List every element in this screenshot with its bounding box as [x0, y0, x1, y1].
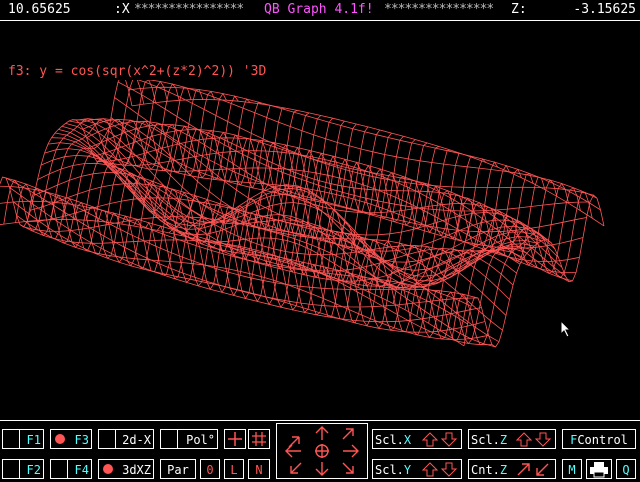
- active-dot-icon: [103, 464, 113, 474]
- arrow-left-icon[interactable]: [285, 444, 301, 458]
- title-decoration-right: ****************: [384, 2, 494, 17]
- z-axis-label: Z:: [511, 2, 527, 17]
- m-label: M: [568, 463, 576, 477]
- f4-button[interactable]: F4: [50, 459, 92, 479]
- scale-y-axis: Y: [403, 463, 412, 477]
- grid-icon[interactable]: [248, 429, 270, 449]
- n-label: N: [255, 463, 263, 477]
- z-coordinate-value: -3.15625: [573, 2, 636, 17]
- f1-label: F1: [26, 433, 41, 447]
- polar-label: Pol°: [186, 433, 215, 447]
- function-formula: f3: y = cos(sqr(x^2+(z*2)^2)) '3D: [8, 64, 267, 79]
- quit-button[interactable]: Q: [616, 459, 636, 479]
- f2-label: F2: [26, 463, 41, 477]
- f4-label: F4: [74, 463, 89, 477]
- arrow-up-right-icon[interactable]: [515, 461, 533, 478]
- quit-label: Q: [622, 463, 630, 477]
- n-button[interactable]: N: [248, 459, 270, 479]
- app-title: QB Graph 4.1f!: [264, 2, 374, 17]
- arrow-up-icon[interactable]: [421, 461, 439, 478]
- arrow-down-icon[interactable]: [440, 431, 458, 448]
- status-bar: 10.65625 :X **************** QB Graph 4.…: [0, 0, 640, 21]
- arrow-up-right-icon[interactable]: [342, 428, 354, 440]
- f1-button[interactable]: F1: [2, 429, 44, 449]
- arrow-down-icon[interactable]: [534, 431, 552, 448]
- arrow-up-icon[interactable]: [421, 431, 439, 448]
- mesh-line: [86, 120, 559, 258]
- mode-2d-label: 2d-X: [122, 433, 151, 447]
- toolbar: F1 F3 2d-X Pol° Scl.X Scl.Z FControl F2 …: [0, 420, 640, 481]
- m-button[interactable]: M: [562, 459, 582, 479]
- center-target-icon[interactable]: [315, 444, 329, 458]
- arrow-up-icon[interactable]: [515, 431, 533, 448]
- arrow-down-icon[interactable]: [440, 461, 458, 478]
- arrow-down-icon[interactable]: [315, 462, 329, 476]
- arrow-up-left-icon[interactable]: [288, 436, 300, 448]
- fcontrol-label: Control: [577, 433, 628, 447]
- arrow-up-icon[interactable]: [315, 426, 329, 440]
- f3-label: F3: [74, 433, 89, 447]
- l-button[interactable]: L: [224, 459, 244, 479]
- crosshair-icon[interactable]: [224, 429, 246, 449]
- zero-button[interactable]: 0: [200, 459, 220, 479]
- x-coordinate-value: 10.65625: [8, 2, 71, 17]
- navigation-pad: [276, 423, 368, 479]
- printer-icon[interactable]: [586, 459, 612, 479]
- contour-z-axis: Z: [499, 463, 508, 477]
- scale-y-prefix: Scl.: [375, 463, 404, 477]
- contour-z-control[interactable]: Cnt.Z: [468, 459, 556, 479]
- arrow-right-icon[interactable]: [343, 444, 359, 458]
- f2-button[interactable]: F2: [2, 459, 44, 479]
- scale-y-control[interactable]: Scl.Y: [372, 459, 462, 479]
- arrow-down-left-icon[interactable]: [290, 462, 302, 474]
- mode-3d-button[interactable]: 3dXZ: [98, 459, 154, 479]
- arrow-down-right-icon[interactable]: [342, 462, 354, 474]
- parametric-label: Par: [167, 463, 189, 477]
- title-decoration-left: ****************: [134, 2, 244, 17]
- arrow-down-left-icon[interactable]: [534, 461, 552, 478]
- scale-z-prefix: Scl.: [471, 433, 500, 447]
- mode-3d-label: 3dXZ: [122, 463, 151, 477]
- mouse-pointer-icon: [560, 320, 572, 338]
- function-control-button[interactable]: FControl: [562, 429, 636, 449]
- mesh-line: [381, 168, 522, 333]
- scale-x-prefix: Scl.: [375, 433, 404, 447]
- mesh-line: [65, 123, 538, 282]
- scale-z-control[interactable]: Scl.Z: [468, 429, 556, 449]
- contour-z-prefix: Cnt.: [471, 463, 500, 477]
- scale-z-axis: Z: [499, 433, 508, 447]
- surface-plot[interactable]: [0, 80, 640, 360]
- x-axis-label: :X: [114, 2, 130, 17]
- zero-label: 0: [206, 463, 214, 477]
- mode-2d-button[interactable]: 2d-X: [98, 429, 154, 449]
- scale-x-axis: X: [403, 433, 412, 447]
- active-dot-icon: [55, 434, 65, 444]
- scale-x-control[interactable]: Scl.X: [372, 429, 462, 449]
- parametric-button[interactable]: Par: [160, 459, 196, 479]
- l-label: L: [230, 463, 238, 477]
- f3-button[interactable]: F3: [50, 429, 92, 449]
- polar-button[interactable]: Pol°: [160, 429, 218, 449]
